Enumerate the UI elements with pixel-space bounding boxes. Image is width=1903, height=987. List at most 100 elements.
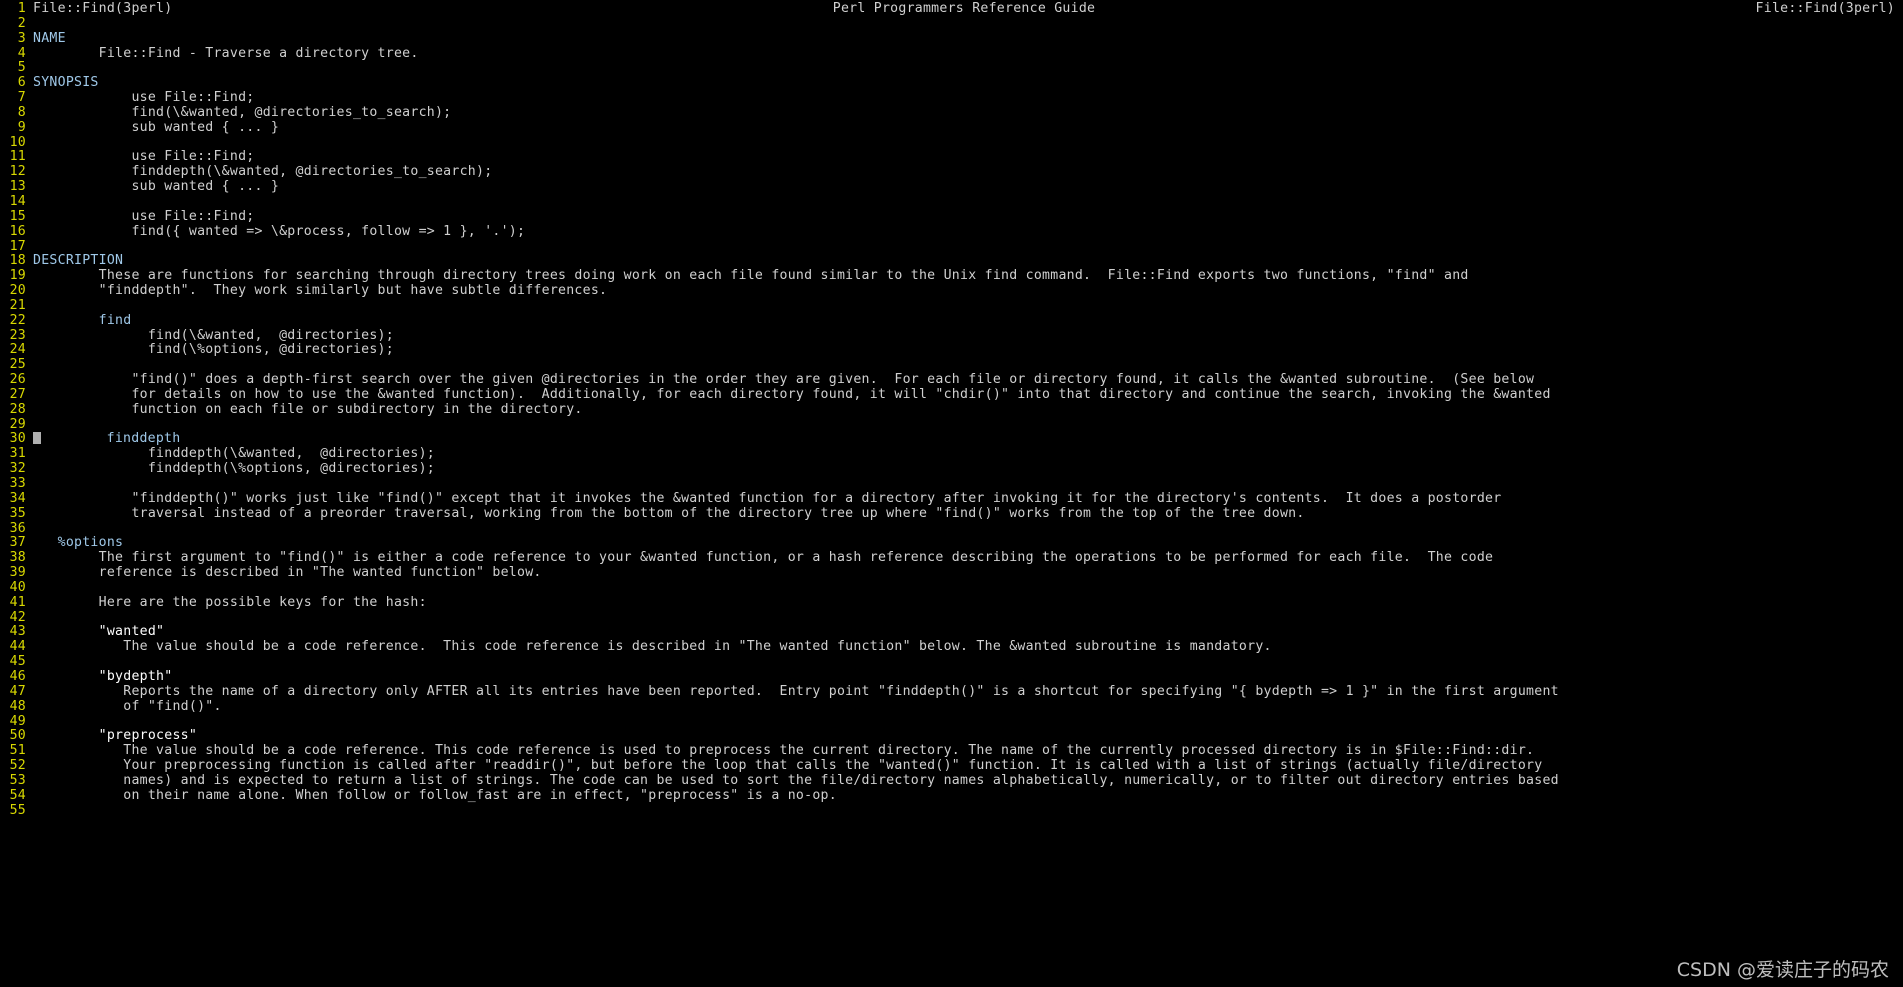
line-number: 46 (9, 668, 26, 684)
line-number: 29 (9, 416, 26, 432)
line-content: find(\&wanted, @directories); (33, 329, 1903, 344)
text-line: 28 function on each file or subdirectory… (0, 402, 1903, 418)
text-line: 2 (0, 16, 1903, 32)
text-line: 50 "preprocess" (0, 728, 1903, 744)
line-number: 32 (9, 461, 26, 477)
text-line: 29 (0, 416, 1903, 433)
line-content: function on each file or subdirectory in… (33, 403, 1903, 418)
text-line: 39 reference is described in "The wanted… (0, 565, 1903, 581)
line-text: Your preprocessing function is called af… (33, 759, 1543, 774)
text-line: 40 (0, 580, 1903, 596)
line-text: The first argument to "find()" is either… (33, 551, 1494, 566)
text-line: 42 (0, 609, 1903, 626)
section-heading: SYNOPSIS (33, 76, 99, 91)
line-number: 48 (9, 698, 26, 714)
line-text: use File::Find; (33, 91, 255, 106)
line-text: use File::Find; (33, 150, 255, 165)
line-number: 7 (17, 90, 26, 106)
text-line: 47 Reports the name of a directory only … (0, 684, 1903, 700)
text-line: 44 The value should be a code reference.… (0, 639, 1903, 655)
text-line: 18 DESCRIPTION (0, 253, 1903, 269)
text-line: 53 names) and is expected to return a li… (0, 773, 1903, 789)
line-text: of "find()". (33, 699, 222, 714)
line-content: File::Find - Traverse a directory tree. (33, 47, 1903, 62)
line-content: finddepth(\&wanted, @directories_to_sear… (33, 165, 1903, 180)
line-text: finddepth(\&wanted, @directories); (33, 447, 435, 462)
text-line: 6 SYNOPSIS (0, 75, 1903, 91)
line-number: 42 (9, 609, 26, 625)
line-content: for details on how to use the &wanted fu… (33, 388, 1903, 403)
line-content: traversal instead of a preorder traversa… (33, 507, 1903, 522)
line-content: sub wanted { ... } (33, 180, 1903, 195)
line-content: NAME (33, 32, 1903, 47)
text-line: 7 use File::Find; (0, 90, 1903, 106)
line-content: find(\&wanted, @directories_to_search); (33, 106, 1903, 121)
line-content: find({ wanted => \&process, follow => 1 … (33, 225, 1903, 240)
text-line: 36 (0, 520, 1903, 537)
line-content: use File::Find; (33, 91, 1903, 106)
text-line: 20 "finddepth". They work similarly but … (0, 283, 1903, 299)
line-content: finddepth (33, 432, 1903, 447)
line-text: reference is described in "The wanted fu… (33, 566, 542, 581)
line-text: sub wanted { ... } (33, 180, 280, 195)
line-text: "preprocess" (33, 729, 198, 744)
line-number: 16 (9, 223, 26, 239)
line-number: 54 (9, 787, 26, 803)
text-line: 32 finddepth(\%options, @directories); (0, 461, 1903, 477)
line-number: 18 (9, 253, 26, 269)
line-text: finddepth(\&wanted, @directories_to_sear… (33, 165, 493, 180)
line-number: 45 (9, 654, 26, 670)
line-text: "wanted" (33, 625, 165, 640)
line-text: for details on how to use the &wanted fu… (33, 387, 1551, 402)
line-number: 23 (9, 327, 26, 343)
text-line: 41 Here are the possible keys for the ha… (0, 594, 1903, 611)
line-number: 51 (9, 743, 26, 759)
man-header-right: File::Find(3perl) (1755, 2, 1895, 16)
line-number: 24 (9, 342, 26, 358)
line-text: use File::Find; (33, 209, 255, 224)
line-number: 11 (9, 149, 26, 165)
line-text: "find()" does a depth-first search over … (33, 373, 1535, 388)
line-content: find (33, 314, 1903, 329)
line-number: 49 (9, 713, 26, 729)
text-line: 17 (0, 239, 1903, 255)
text-line: 11 use File::Find; (0, 150, 1903, 165)
line-text: File::Find - Traverse a directory tree. (33, 46, 419, 61)
line-number: 14 (9, 193, 26, 209)
line-number: 34 (9, 490, 26, 506)
text-line: 38 The first argument to "find()" is eit… (0, 550, 1903, 566)
line-number: 13 (9, 179, 26, 195)
line-content: "preprocess" (33, 729, 1903, 744)
text-line: 3 NAME (0, 31, 1903, 47)
line-number: 12 (9, 164, 26, 180)
line-content: "finddepth". They work similarly but hav… (33, 284, 1903, 299)
line-number: 41 (9, 594, 26, 610)
line-number: 30 (9, 431, 26, 447)
line-number: 4 (17, 45, 26, 61)
text-line: 27 for details on how to use the &wanted… (0, 387, 1903, 403)
line-text: The value should be a code reference. Th… (33, 640, 1272, 655)
line-number: 10 (9, 134, 26, 150)
line-number: 44 (9, 639, 26, 655)
line-content: on their name alone. When follow or foll… (33, 789, 1903, 804)
line-content: SYNOPSIS (33, 76, 1903, 91)
line-content: DESCRIPTION (33, 254, 1903, 269)
line-text: find(\&wanted, @directories); (33, 328, 394, 343)
line-number: 22 (9, 312, 26, 328)
text-line: 54 on their name alone. When follow or f… (0, 787, 1903, 804)
line-content: Here are the possible keys for the hash: (33, 596, 1903, 611)
line-content: The first argument to "find()" is either… (33, 551, 1903, 566)
text-line: 4 File::Find - Traverse a directory tree… (0, 45, 1903, 62)
text-line: 24 find(\%options, @directories); (0, 343, 1903, 358)
line-text: find({ wanted => \&process, follow => 1 … (33, 224, 526, 239)
text-line: 55 (0, 802, 1903, 819)
line-number: 55 (9, 802, 26, 818)
line-number: 36 (9, 520, 26, 536)
line-text: "bydepth" (33, 669, 173, 684)
line-number: 9 (17, 119, 26, 135)
section-heading: finddepth (41, 432, 181, 447)
text-line: 22 find (0, 312, 1903, 329)
terminal-man-page-viewer[interactable]: 1 File::Find(3perl) Perl Programmers Refer… (0, 0, 1903, 987)
text-line: 30 finddepth (0, 432, 1903, 447)
line-content: names) and is expected to return a list … (33, 774, 1903, 789)
